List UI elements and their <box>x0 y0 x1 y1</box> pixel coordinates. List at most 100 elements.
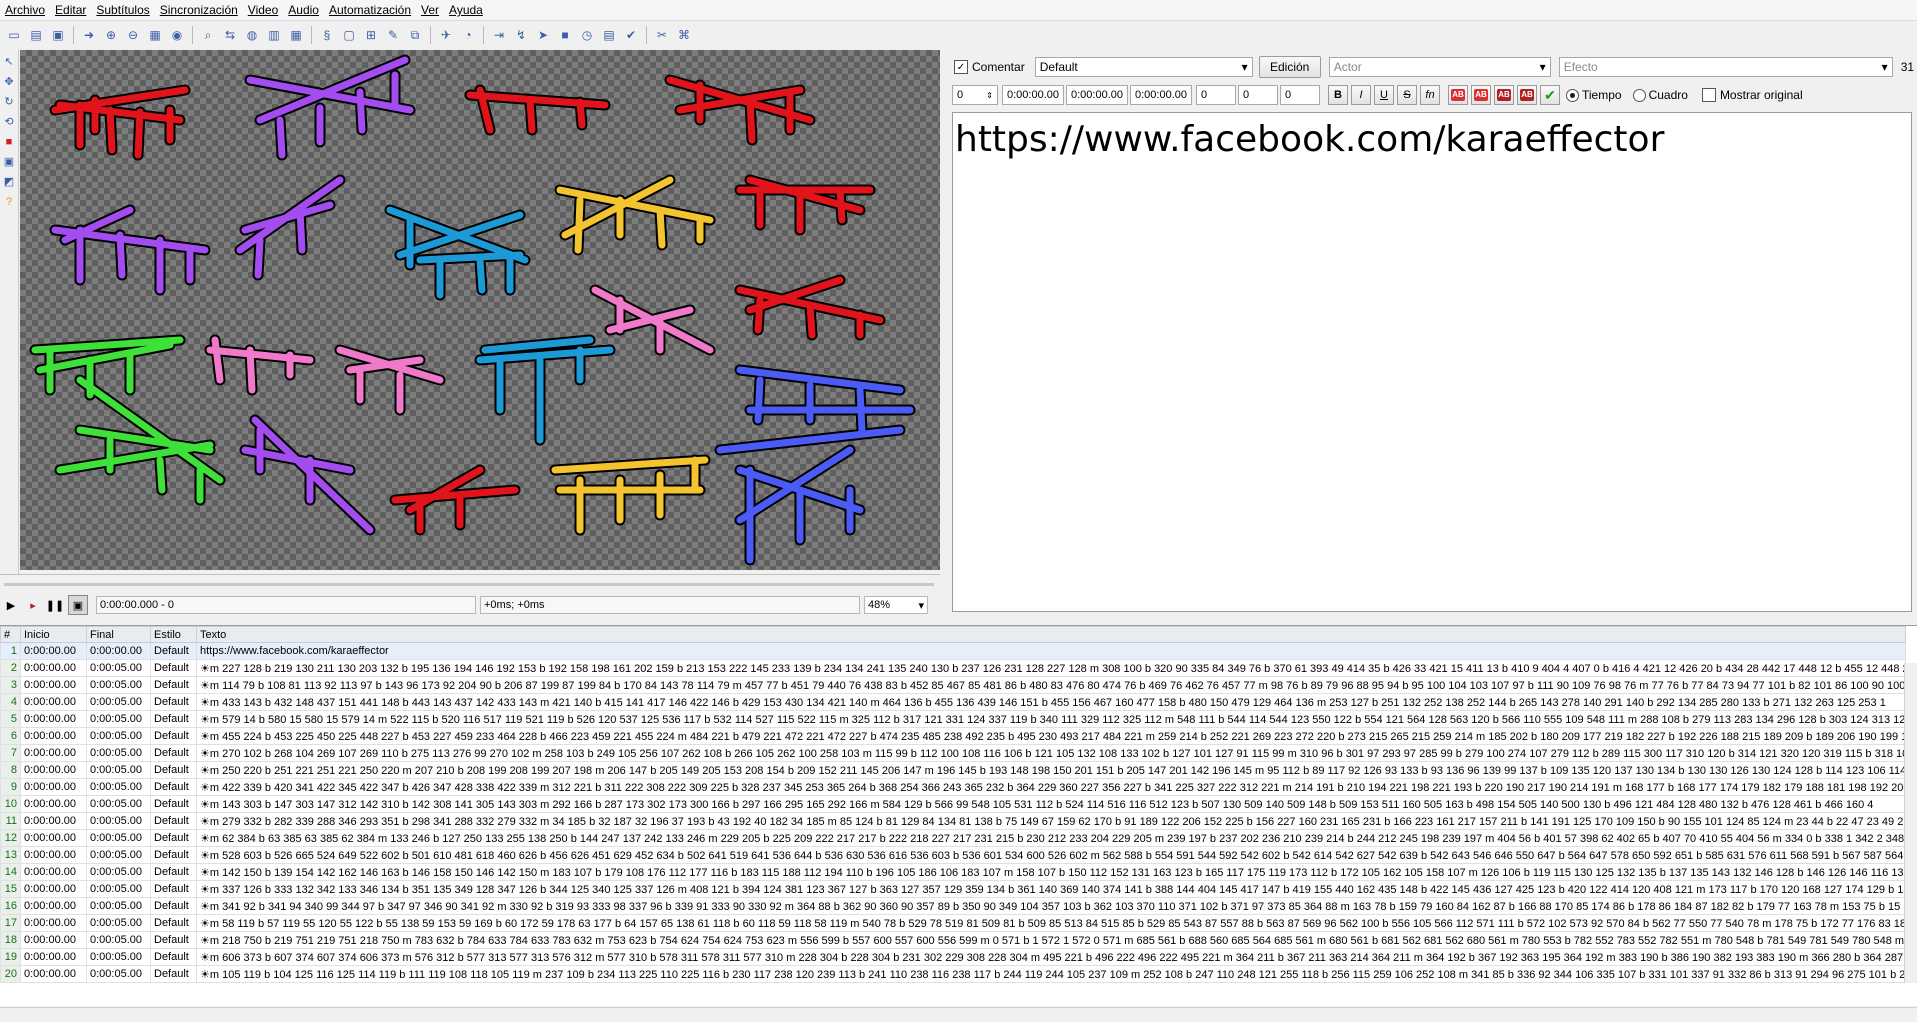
row-number[interactable]: 3 <box>0 676 21 694</box>
italic-button[interactable]: I <box>1351 85 1371 105</box>
scale-tool-icon[interactable]: ■ <box>1 134 17 150</box>
actor-input[interactable]: Actor ▾ <box>1328 57 1551 77</box>
time-radio[interactable] <box>1566 88 1579 102</box>
row-style[interactable]: Default <box>150 829 197 847</box>
fonts-icon[interactable]: ✎ <box>384 26 402 44</box>
primary-color-button[interactable]: AB <box>1448 85 1468 105</box>
row-style[interactable]: Default <box>150 727 197 745</box>
row-end-time[interactable]: 0:00:05.00 <box>86 846 151 864</box>
zoom-in-icon[interactable]: ⊕ <box>102 26 120 44</box>
video-details-icon[interactable]: ▦ <box>146 26 164 44</box>
menu-ver[interactable]: Ver <box>416 3 444 17</box>
menu-video[interactable]: Video <box>243 3 283 17</box>
row-start-time[interactable]: 0:00:00.00 <box>20 727 87 745</box>
row-text[interactable]: ☀m 250 220 b 251 221 251 221 250 220 m 2… <box>196 761 1906 779</box>
row-start-time[interactable]: 0:00:00.00 <box>20 812 87 830</box>
row-style[interactable]: Default <box>150 914 197 932</box>
menu-ayuda[interactable]: Ayuda <box>444 3 488 17</box>
row-text[interactable]: ☀m 143 303 b 147 303 147 312 142 310 b 1… <box>196 795 1906 813</box>
row-text[interactable]: ☀m 455 224 b 453 225 450 225 448 227 b 4… <box>196 727 1906 745</box>
row-style[interactable]: Default <box>150 948 197 966</box>
check-icon[interactable]: ✔ <box>622 26 640 44</box>
margin-right-input[interactable]: 0 <box>1238 85 1278 105</box>
row-start-time[interactable]: 0:00:00.00 <box>20 880 87 898</box>
row-start-time[interactable]: 0:00:00.00 <box>20 778 87 796</box>
secondary-color-button[interactable]: AB <box>1471 85 1491 105</box>
table-row[interactable]: 13 0:00:00.00 0:00:05.00 Default ☀m 528 603 … <box>0 846 1906 864</box>
video-time-display[interactable]: 0:00:00.000 - 0 <box>96 596 476 614</box>
play-line-icon[interactable]: ▸ <box>24 596 42 614</box>
vector-clip-tool-icon[interactable]: ◩ <box>1 174 17 190</box>
rotate-z-tool-icon[interactable]: ↻ <box>1 94 17 110</box>
menu-automatizacion[interactable]: Automatización <box>324 3 416 17</box>
row-text[interactable]: ☀m 528 603 b 526 665 524 649 522 602 b 5… <box>196 846 1906 864</box>
table-row[interactable]: 7 0:00:00.00 0:00:05.00 Default ☀m 270 102 b… <box>0 744 1906 762</box>
row-end-time[interactable]: 0:00:05.00 <box>86 761 151 779</box>
frame-radio[interactable] <box>1632 88 1646 102</box>
row-number[interactable]: 8 <box>0 761 21 779</box>
help-icon[interactable]: ? <box>1 194 17 210</box>
comment-checkbox[interactable]: ✓ <box>954 60 968 74</box>
spellcheck-icon[interactable]: ◔ <box>459 26 477 44</box>
timing-icon[interactable]: ↯ <box>512 26 530 44</box>
row-start-time[interactable]: 0:00:00.00 <box>20 965 87 983</box>
row-start-time[interactable]: 0:00:00.00 <box>20 710 87 728</box>
row-text[interactable]: ☀m 341 92 b 341 94 340 99 344 97 b 347 9… <box>196 897 1906 915</box>
row-style[interactable]: Default <box>150 863 197 881</box>
row-start-time[interactable]: 0:00:00.00 <box>20 846 87 864</box>
play-icon[interactable]: ▶ <box>2 596 20 614</box>
table-row[interactable]: 18 0:00:00.00 0:00:05.00 Default ☀m 218 750 … <box>0 931 1906 949</box>
row-text[interactable]: ☀m 270 102 b 268 104 269 107 269 110 b 2… <box>196 744 1906 762</box>
underline-button[interactable]: U <box>1374 85 1394 105</box>
scene-icon[interactable]: ▤ <box>600 26 618 44</box>
row-end-time[interactable]: 0:00:05.00 <box>86 812 151 830</box>
row-text[interactable]: ☀m 579 14 b 580 15 580 15 579 14 m 522 1… <box>196 710 1906 728</box>
zoom-out-icon[interactable]: ⊖ <box>124 26 142 44</box>
grid-header-start[interactable]: Inicio <box>20 626 87 643</box>
pointer-tool-icon[interactable]: ↖ <box>1 54 17 70</box>
grid-vertical-scrollbar[interactable] <box>1904 663 1917 983</box>
timing-postprocessor-icon[interactable]: ■ <box>556 26 574 44</box>
kanji-timer-icon[interactable]: ➤ <box>534 26 552 44</box>
drag-tool-icon[interactable]: ✥ <box>1 74 17 90</box>
row-number[interactable]: 5 <box>0 710 21 728</box>
grid-header-text[interactable]: Texto <box>196 626 1906 643</box>
film-icon[interactable]: ▥ <box>265 26 283 44</box>
automation-icon[interactable]: ✂ <box>653 26 671 44</box>
row-text[interactable]: ☀m 62 384 b 63 385 63 385 62 384 m 133 2… <box>196 829 1906 847</box>
row-start-time[interactable]: 0:00:00.00 <box>20 931 87 949</box>
style-select[interactable]: Default ▾ <box>1034 57 1253 77</box>
row-number[interactable]: 6 <box>0 727 21 745</box>
row-style[interactable]: Default <box>150 965 197 983</box>
row-style[interactable]: Default <box>150 659 197 677</box>
row-style[interactable]: Default <box>150 693 197 711</box>
row-text[interactable]: ☀m 218 750 b 219 751 219 751 218 750 m 7… <box>196 931 1906 949</box>
row-text[interactable]: ☀m 114 79 b 108 81 113 92 113 97 b 143 9… <box>196 676 1906 694</box>
row-text[interactable]: ☀m 422 339 b 420 341 422 345 422 347 b 4… <box>196 778 1906 796</box>
row-style[interactable]: Default <box>150 897 197 915</box>
table-row[interactable]: 15 0:00:00.00 0:00:05.00 Default ☀m 337 126 … <box>0 880 1906 898</box>
row-start-time[interactable]: 0:00:00.00 <box>20 829 87 847</box>
row-start-time[interactable]: 0:00:00.00 <box>20 948 87 966</box>
row-end-time[interactable]: 0:00:05.00 <box>86 965 151 983</box>
row-end-time[interactable]: 0:00:05.00 <box>86 897 151 915</box>
resample-icon[interactable]: ⧉ <box>406 26 424 44</box>
row-number[interactable]: 2 <box>0 659 21 677</box>
video-display[interactable] <box>20 50 940 570</box>
row-style[interactable]: Default <box>150 812 197 830</box>
row-end-time[interactable]: 0:00:05.00 <box>86 863 151 881</box>
table-row[interactable]: 10 0:00:00.00 0:00:05.00 Default ☀m 143 303 … <box>0 795 1906 813</box>
row-number[interactable]: 10 <box>0 795 21 813</box>
row-number[interactable]: 4 <box>0 693 21 711</box>
video-seek-bar[interactable] <box>0 574 940 593</box>
table-row[interactable]: 9 0:00:00.00 0:00:05.00 Default ☀m 422 339 b… <box>0 778 1906 796</box>
row-number[interactable]: 11 <box>0 812 21 830</box>
menu-audio[interactable]: Audio <box>283 3 324 17</box>
row-end-time[interactable]: 0:00:05.00 <box>86 659 151 677</box>
start-time-input[interactable]: 0:00:00.00 <box>1002 85 1064 105</box>
table-row[interactable]: 2 0:00:00.00 0:00:05.00 Default ☀m 227 128 b… <box>0 659 1906 677</box>
row-style[interactable]: Default <box>150 778 197 796</box>
translation-icon[interactable]: ✈ <box>437 26 455 44</box>
save-icon[interactable]: ▣ <box>49 26 67 44</box>
clip-tool-icon[interactable]: ▣ <box>1 154 17 170</box>
